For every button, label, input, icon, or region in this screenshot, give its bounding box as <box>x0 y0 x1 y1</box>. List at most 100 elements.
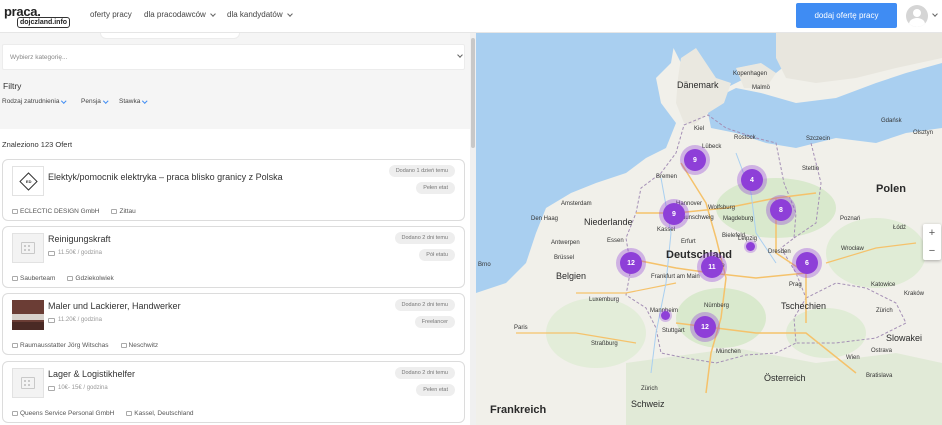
city-label: Paris <box>514 325 528 331</box>
site-logo[interactable]: praca. dojczland.info <box>4 4 71 28</box>
category-select[interactable]: Wybierz kategorię... <box>2 44 465 70</box>
country-label: Slowakei <box>886 333 923 343</box>
add-job-offer-button[interactable]: dodaj ofertę pracy <box>796 3 897 28</box>
company-logo: ED <box>12 166 44 196</box>
city-label: Lübeck <box>702 144 722 150</box>
city-label: Frankfurt am Main <box>651 274 700 280</box>
search-box-bottom-edge <box>100 33 240 39</box>
building-icon <box>21 242 35 254</box>
nav-job-offers[interactable]: oferty pracy <box>90 10 132 19</box>
map-cluster-marker[interactable]: 9 <box>663 203 685 225</box>
job-card[interactable]: Maler und Lackierer, Handwerker 11.20€ /… <box>2 293 465 355</box>
company-logo-placeholder <box>12 368 44 398</box>
filter-rate-label: Stawka <box>119 98 141 105</box>
job-title[interactable]: Maler und Lackierer, Handwerker <box>48 301 181 311</box>
city-label: Den Haag <box>531 216 559 222</box>
city-label: Magdeburg <box>723 216 754 222</box>
map-cluster-marker[interactable]: 8 <box>770 199 792 221</box>
north-sea <box>476 33 676 293</box>
chevron-down-icon[interactable] <box>932 11 938 17</box>
nav-for-candidates[interactable]: dla kandydatów <box>227 10 293 19</box>
city-label: Wien <box>846 355 860 361</box>
search-results-panel: Wybierz kategorię... Filtry Rodzaj zatru… <box>0 33 476 425</box>
company-logo-text: ED <box>25 178 31 184</box>
job-salary: 11.50€ / godzina <box>48 250 102 256</box>
employment-type-badge: Freelancer <box>414 316 455 328</box>
company-name: ECLECTIC DESIGN GmbH <box>20 208 100 215</box>
map-cluster-marker[interactable]: 11 <box>701 256 723 278</box>
country-label: Deutschland <box>666 249 733 261</box>
city-label: Brno <box>478 262 491 268</box>
filter-employment-type[interactable]: Rodzaj zatrudnienia <box>2 98 67 105</box>
city-label: Szczecin <box>806 136 831 142</box>
job-location: Neschwitz <box>128 342 159 349</box>
city-label: Dresden <box>768 249 791 255</box>
city-label: Amsterdam <box>561 201 592 207</box>
city-label: München <box>716 349 741 355</box>
nav-for-employers-label: dla pracodawców <box>144 10 206 19</box>
zoom-in-button[interactable]: + <box>923 224 941 242</box>
filter-salary-label: Pensja <box>81 98 101 105</box>
money-icon <box>48 317 55 323</box>
job-title[interactable]: Lager & Logistikhelfer <box>48 369 135 379</box>
employment-type-badge: Pół etatu <box>419 249 455 261</box>
chevron-down-icon <box>103 98 109 103</box>
posted-date-badge: Dodano 2 dni temu <box>394 299 455 311</box>
city-label: Kraków <box>904 291 925 297</box>
chevron-down-icon <box>286 10 293 17</box>
city-label: Brüssel <box>554 255 575 261</box>
location-icon <box>126 411 133 416</box>
city-label: Bremen <box>656 174 678 180</box>
country-label: Schweiz <box>631 399 665 409</box>
map-cluster-marker[interactable]: 12 <box>620 252 642 274</box>
job-title[interactable]: Reinigungskraft <box>48 234 111 244</box>
user-avatar[interactable] <box>906 5 928 27</box>
posted-date-badge: Dodano 1 dzień temu <box>388 165 455 177</box>
map-cluster-marker[interactable]: 9 <box>684 149 706 171</box>
city-label: Stettin <box>802 166 820 172</box>
city-label: Gdańsk <box>881 118 902 124</box>
company-icon <box>12 411 18 416</box>
city-label: Katowice <box>871 282 896 288</box>
company-icon <box>12 276 18 281</box>
filter-employment-type-label: Rodzaj zatrudnienia <box>2 98 60 105</box>
city-label: Antwerpen <box>551 240 580 246</box>
filter-rate[interactable]: Stawka <box>119 98 148 105</box>
city-label: Kassel <box>657 227 676 233</box>
map-cluster-marker[interactable]: 12 <box>694 316 716 338</box>
map-cluster-marker[interactable]: 4 <box>741 169 763 191</box>
job-title[interactable]: Elektyk/pomocnik elektryka – praca blisk… <box>48 172 283 182</box>
zoom-out-button[interactable]: − <box>923 242 941 260</box>
job-meta: ECLECTIC DESIGN GmbH Zittau <box>12 208 136 215</box>
city-label: Nürnberg <box>704 303 730 309</box>
nav-for-employers[interactable]: dla pracodawców <box>144 10 216 19</box>
city-label: Poznań <box>840 216 861 222</box>
city-label: Olsztyn <box>913 130 934 136</box>
filters-heading: Filtry <box>3 81 22 91</box>
company-photo <box>12 300 44 330</box>
job-location: Kassel, Deutschland <box>134 410 194 417</box>
job-salary: 10€- 15€ / godzina <box>48 385 108 391</box>
job-salary-text: 11.50€ / godzina <box>58 250 102 256</box>
job-meta: Raumausstatter Jörg Witschas Neschwitz <box>12 342 158 349</box>
job-card[interactable]: Lager & Logistikhelfer 10€- 15€ / godzin… <box>2 361 465 423</box>
map-single-marker[interactable] <box>746 242 755 251</box>
employment-type-badge: Pełen etat <box>416 182 455 194</box>
job-card[interactable]: Reinigungskraft 11.50€ / godzina Dodano … <box>2 226 465 288</box>
country-label: Niederlande <box>584 217 633 227</box>
country-label: Tschechien <box>781 301 827 311</box>
city-label: Kopenhagen <box>733 71 768 77</box>
map-single-marker[interactable] <box>661 311 670 320</box>
filter-salary[interactable]: Pensja <box>81 98 109 105</box>
chevron-down-icon <box>457 52 463 58</box>
country-label: Dänemark <box>677 80 719 90</box>
results-scrollbar-thumb[interactable] <box>471 38 475 148</box>
job-card[interactable]: ED Elektyk/pomocnik elektryka – praca bl… <box>2 159 465 221</box>
job-meta: Queens Service Personal GmbH Kassel, Deu… <box>12 410 194 417</box>
nav-for-candidates-label: dla kandydatów <box>227 10 283 19</box>
map-cluster-marker[interactable]: 6 <box>796 252 818 274</box>
city-label: Zürich <box>641 386 658 392</box>
job-location: Zittau <box>119 208 136 215</box>
chevron-down-icon <box>142 98 148 103</box>
jobs-map[interactable]: Dänemark Kopenhagen Malmö Gdańsk Olsztyn… <box>476 33 942 425</box>
